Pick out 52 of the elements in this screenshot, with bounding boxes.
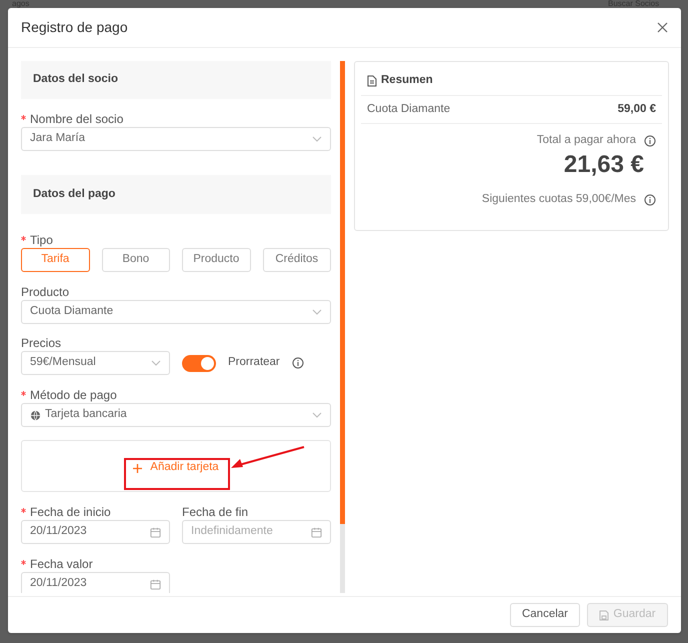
required-asterisk-icon <box>21 560 26 564</box>
chevron-down-icon <box>312 309 322 315</box>
close-icon[interactable] <box>657 22 668 33</box>
info-icon[interactable] <box>644 194 656 206</box>
total-label: Total a pagar ahora <box>536 133 636 148</box>
required-asterisk-icon <box>21 114 26 120</box>
globe-icon <box>30 410 41 420</box>
select-field[interactable]: 59€/Mensual <box>21 351 170 375</box>
toggle-label: Prorratear <box>228 355 280 370</box>
chevron-down-icon <box>312 136 322 142</box>
type-option[interactable]: Tarifa <box>21 248 90 272</box>
line-item-amount: 59,00 € <box>618 102 656 117</box>
type-option[interactable]: Créditos <box>262 248 331 272</box>
next-installments: Siguientes cuotas 59,00€/Mes <box>482 192 636 208</box>
type-option[interactable]: Producto <box>182 248 250 272</box>
calendar-icon <box>311 526 322 538</box>
calendar-icon <box>150 578 161 590</box>
type-option[interactable]: Bono <box>102 248 170 272</box>
required-asterisk-icon <box>21 236 26 240</box>
chevron-down-icon <box>151 360 161 366</box>
date-field[interactable]: 20/11/2023 <box>21 572 170 593</box>
total-amount: 21,63 € <box>564 150 644 180</box>
required-asterisk-icon <box>21 390 26 396</box>
field-label: Tipo <box>30 232 53 249</box>
select-field[interactable]: Jara María <box>21 127 331 151</box>
date-field[interactable]: Indefinidamente <box>182 520 331 544</box>
document-icon <box>367 75 377 87</box>
save-icon <box>599 610 610 620</box>
info-icon[interactable] <box>292 357 304 369</box>
field-label: Precios <box>21 335 62 352</box>
toggle-switch[interactable] <box>182 354 216 372</box>
select-field[interactable]: Tarjeta bancaria <box>21 403 331 427</box>
field-label: Nombre del socio <box>30 111 124 128</box>
field-label: Fecha valor <box>30 556 93 573</box>
section-header: Datos del pago <box>21 175 331 214</box>
field-label: Fecha de inicio <box>30 504 111 521</box>
select-field[interactable]: Cuota Diamante <box>21 300 331 324</box>
date-field[interactable]: 20/11/2023 <box>21 520 170 544</box>
calendar-icon <box>150 526 161 538</box>
info-icon[interactable] <box>644 134 656 147</box>
chevron-down-icon <box>312 412 322 418</box>
field-label: Producto <box>21 284 70 301</box>
cancel-button[interactable]: Cancelar <box>510 603 580 627</box>
add-card-button[interactable]: Añadir tarjeta <box>125 455 227 481</box>
plus-icon <box>133 464 142 472</box>
field-label: Método de pago <box>30 387 117 404</box>
dialog-title: Registro de pago <box>21 18 128 37</box>
field-label: Fecha de fin <box>182 504 248 521</box>
section-header: Datos del socio <box>21 61 331 99</box>
line-item-name: Cuota Diamante <box>367 102 450 117</box>
summary-title: Resumen <box>381 73 433 88</box>
required-asterisk-icon <box>21 508 26 512</box>
